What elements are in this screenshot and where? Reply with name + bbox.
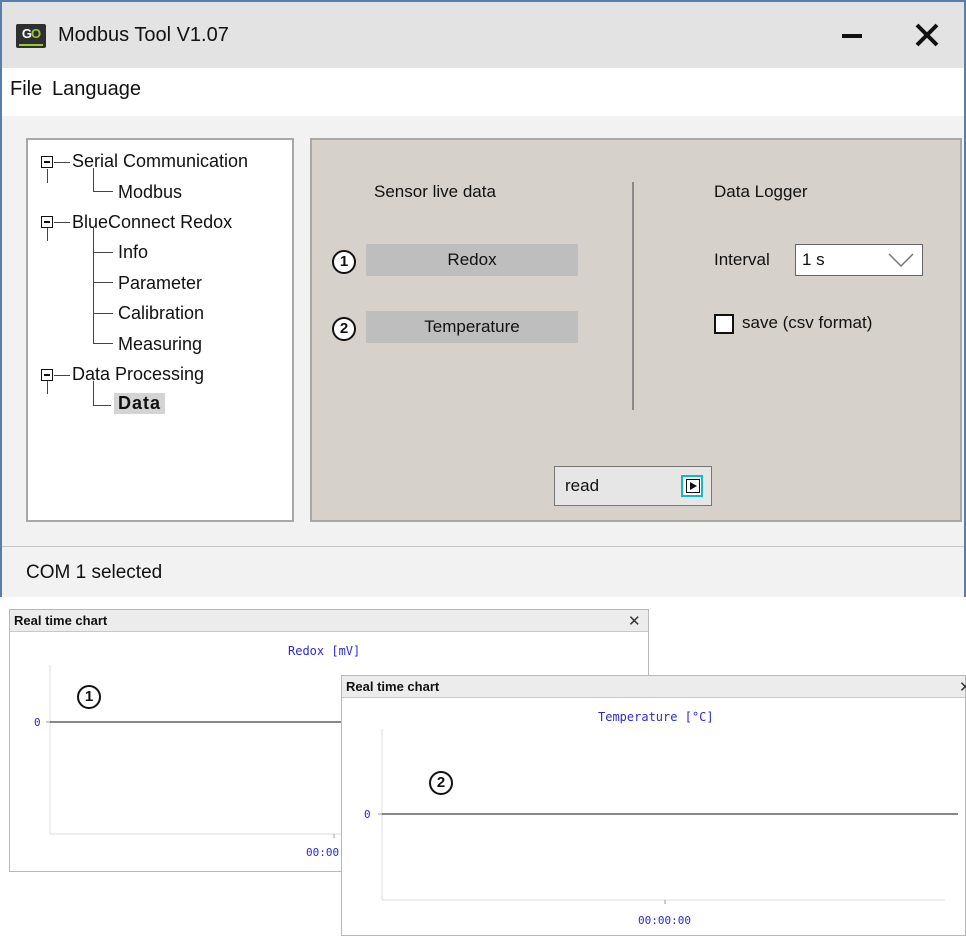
close-button[interactable] <box>912 20 942 50</box>
save-csv-label: save (csv format) <box>742 313 873 332</box>
interval-select[interactable]: 1 s <box>795 244 923 276</box>
window-title: Modbus Tool V1.07 <box>58 24 229 46</box>
redox-value-box: Redox <box>366 244 578 276</box>
main-window: GO Modbus Tool V1.07 File Language Seria… <box>0 0 966 597</box>
panel-divider <box>632 182 634 410</box>
collapse-icon[interactable] <box>41 369 53 381</box>
read-button[interactable]: read <box>554 466 712 506</box>
menu-file[interactable]: File <box>10 78 42 101</box>
close-icon <box>915 23 939 47</box>
tree-item-measuring[interactable]: Measuring <box>118 334 202 355</box>
chart-badge-1: 1 <box>77 685 101 709</box>
menu-language[interactable]: Language <box>52 78 141 101</box>
interval-value: 1 s <box>802 250 825 269</box>
minimize-button[interactable] <box>840 22 866 48</box>
temperature-value-box: Temperature <box>366 311 578 343</box>
play-icon[interactable] <box>681 475 703 497</box>
x-tick-label: 00:00 <box>306 846 339 859</box>
x-tick-label: 00:00:00 <box>638 914 691 927</box>
data-panel: Sensor live data Data Logger 1 Redox 2 T… <box>310 138 962 522</box>
sensor-live-data-heading: Sensor live data <box>374 182 496 201</box>
read-button-label: read <box>565 476 600 495</box>
chevron-down-icon <box>888 253 914 267</box>
badge-2: 2 <box>332 317 356 341</box>
badge-1: 1 <box>332 250 356 274</box>
status-bar: COM 1 selected <box>2 546 964 597</box>
content-area: Serial Communication Modbus BlueConnect … <box>2 116 964 546</box>
chart-badge-2: 2 <box>429 771 453 795</box>
chart-window-temperature: Real time chart ✕ Temperature [°C] 0 00:… <box>341 675 966 936</box>
interval-label: Interval <box>714 250 770 269</box>
tree-item-modbus[interactable]: Modbus <box>118 182 182 203</box>
tree-item-data[interactable]: Data <box>114 393 166 414</box>
tree-item-info[interactable]: Info <box>118 242 148 263</box>
navigation-tree: Serial Communication Modbus BlueConnect … <box>26 138 294 522</box>
menu-bar: File Language <box>2 68 964 116</box>
tree-item-parameter[interactable]: Parameter <box>118 273 202 294</box>
tree-item-calibration[interactable]: Calibration <box>118 303 204 324</box>
save-csv-checkbox[interactable] <box>714 314 734 334</box>
title-bar[interactable]: GO Modbus Tool V1.07 <box>2 2 964 68</box>
tree-item-blueconnect-redox[interactable]: BlueConnect Redox <box>72 212 232 233</box>
chart-temperature-plot: 0 00:00:00 <box>364 729 958 927</box>
y-tick-label: 0 <box>364 808 371 821</box>
y-tick-label: 0 <box>34 716 41 729</box>
status-text: COM 1 selected <box>26 562 163 583</box>
tree-item-serial-communication[interactable]: Serial Communication <box>72 151 248 172</box>
tree-item-data-processing[interactable]: Data Processing <box>72 364 204 385</box>
data-logger-heading: Data Logger <box>714 182 808 201</box>
collapse-icon[interactable] <box>41 216 53 228</box>
app-logo-icon: GO <box>16 24 46 48</box>
collapse-icon[interactable] <box>41 156 53 168</box>
